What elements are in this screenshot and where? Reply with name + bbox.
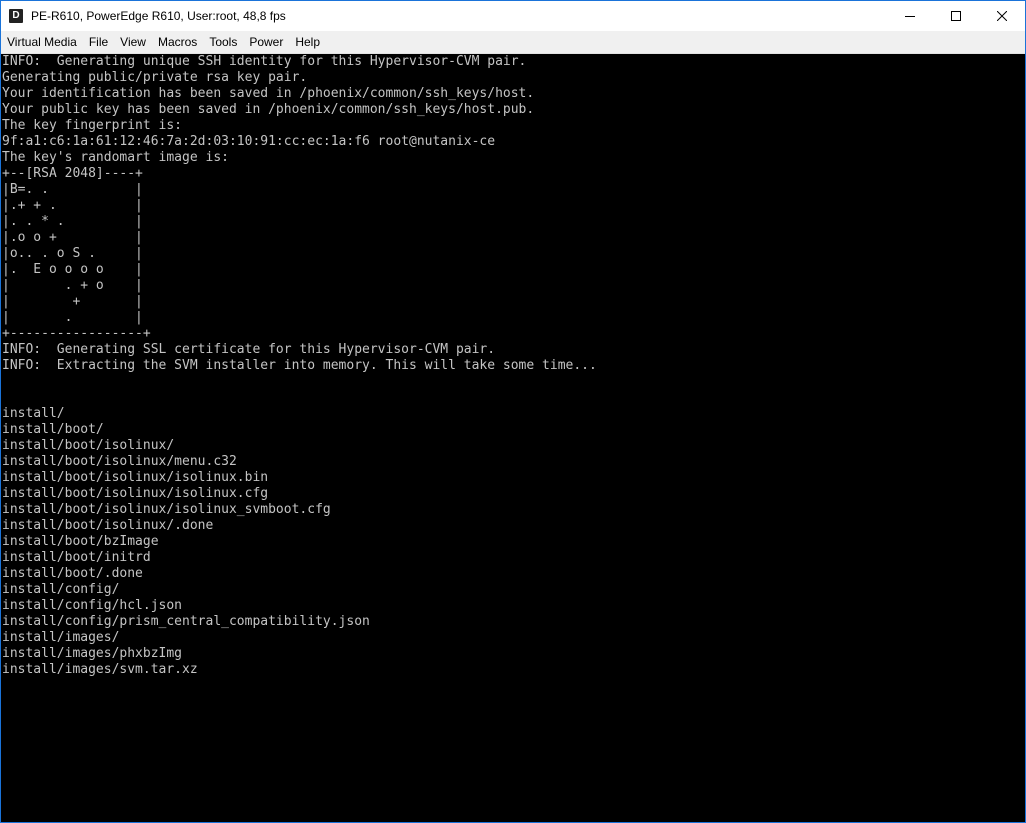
file-list-line: install/images/: [2, 630, 120, 645]
file-list-line: install/boot/bzImage: [2, 534, 159, 549]
randomart-line: | + |: [2, 294, 143, 309]
file-list-line: install/boot/isolinux/.done: [2, 518, 214, 533]
file-list-line: install/images/phxbzImg: [2, 646, 183, 661]
file-list-line: install/boot/isolinux/isolinux.cfg: [2, 486, 269, 501]
file-list-line: install/images/svm.tar.xz: [2, 662, 198, 677]
file-list-line: install/boot/isolinux/: [2, 438, 175, 453]
console-line: INFO: Generating SSL certificate for thi…: [2, 342, 496, 357]
maximize-icon: [951, 11, 961, 21]
menu-file[interactable]: File: [83, 31, 114, 53]
randomart-line: +-----------------+: [2, 326, 151, 341]
console-line: 9f:a1:c6:1a:61:12:46:7a:2d:03:10:91:cc:e…: [2, 134, 496, 149]
randomart-line: |.+ + . |: [2, 198, 143, 213]
console-output: INFO: Generating unique SSH identity for…: [1, 54, 1025, 678]
file-list-line: install/: [2, 406, 65, 421]
menu-tools[interactable]: Tools: [203, 31, 243, 53]
file-list-line: install/config/prism_central_compatibili…: [2, 614, 370, 629]
console-line: Generating public/private rsa key pair.: [2, 70, 308, 85]
console-line: INFO: Extracting the SVM installer into …: [2, 358, 597, 373]
randomart-line: |.o o + |: [2, 230, 143, 245]
minimize-button[interactable]: [887, 1, 933, 31]
title-bar[interactable]: D PE-R610, PowerEdge R610, User:root, 48…: [1, 1, 1025, 31]
file-list-line: install/boot/initrd: [2, 550, 151, 565]
close-button[interactable]: [979, 1, 1025, 31]
window-controls: [887, 1, 1025, 31]
file-list-line: install/boot/.done: [2, 566, 143, 581]
randomart-line: |B=. . |: [2, 182, 143, 197]
randomart-line: |o.. . o S . |: [2, 246, 143, 261]
console-line: Your public key has been saved in /phoen…: [2, 102, 535, 117]
menu-bar: Virtual Media File View Macros Tools Pow…: [1, 31, 1025, 54]
menu-power[interactable]: Power: [243, 31, 289, 53]
kvm-viewer-window: D PE-R610, PowerEdge R610, User:root, 48…: [0, 0, 1026, 823]
console-line: The key's randomart image is:: [2, 150, 229, 165]
randomart-line: |. . * . |: [2, 214, 143, 229]
window-title: PE-R610, PowerEdge R610, User:root, 48,8…: [31, 9, 286, 23]
randomart-line: +--[RSA 2048]----+: [2, 166, 143, 181]
menu-virtual-media[interactable]: Virtual Media: [1, 31, 83, 53]
file-list-line: install/boot/: [2, 422, 104, 437]
menu-macros[interactable]: Macros: [152, 31, 203, 53]
file-list-line: install/config/hcl.json: [2, 598, 183, 613]
randomart-line: |. E o o o o |: [2, 262, 143, 277]
file-list-line: install/config/: [2, 582, 120, 597]
menu-view[interactable]: View: [114, 31, 152, 53]
minimize-icon: [905, 16, 915, 17]
close-icon: [997, 11, 1007, 21]
app-icon: D: [9, 9, 23, 23]
remote-console-screen[interactable]: INFO: Generating unique SSH identity for…: [1, 54, 1025, 822]
menu-help[interactable]: Help: [289, 31, 326, 53]
maximize-button[interactable]: [933, 1, 979, 31]
file-list-line: install/boot/isolinux/isolinux.bin: [2, 470, 269, 485]
randomart-line: | . |: [2, 310, 143, 325]
console-line: The key fingerprint is:: [2, 118, 183, 133]
randomart-line: | . + o |: [2, 278, 143, 293]
console-line: Your identification has been saved in /p…: [2, 86, 535, 101]
file-list-line: install/boot/isolinux/menu.c32: [2, 454, 237, 469]
console-line: INFO: Generating unique SSH identity for…: [2, 54, 527, 69]
file-list-line: install/boot/isolinux/isolinux_svmboot.c…: [2, 502, 331, 517]
